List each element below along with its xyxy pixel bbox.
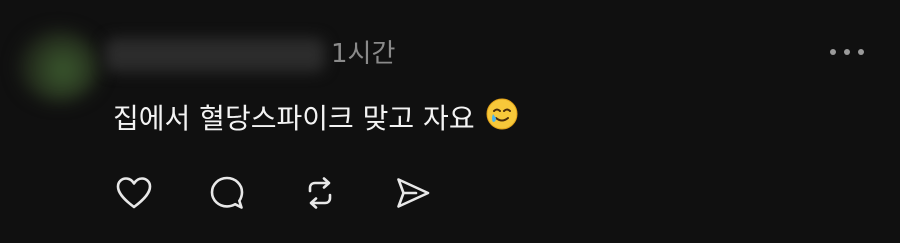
more-dot: [858, 49, 864, 55]
like-button[interactable]: [114, 172, 154, 214]
heart-icon: [116, 177, 152, 209]
post-timestamp: 1시간: [331, 39, 396, 69]
reply-button[interactable]: [207, 172, 247, 214]
post-content: 집에서 혈당스파이크 맞고 자요: [113, 95, 519, 139]
thread-post: 1시간 집에서 혈당스파이크 맞고 자요: [0, 0, 900, 243]
more-dot: [830, 49, 836, 55]
more-dot: [844, 49, 850, 55]
repost-icon: [308, 177, 332, 209]
more-options-button[interactable]: [830, 45, 864, 59]
smiling-face-with-tear-emoji: [485, 97, 519, 138]
post-text: 집에서 혈당스파이크 맞고 자요: [113, 102, 475, 135]
avatar[interactable]: [18, 30, 100, 102]
send-icon: [397, 178, 430, 208]
comment-bubble-icon: [210, 176, 244, 209]
share-button[interactable]: [393, 172, 433, 214]
post-actions: [114, 172, 444, 214]
username-blurred[interactable]: [105, 38, 325, 72]
repost-button[interactable]: [300, 172, 340, 214]
